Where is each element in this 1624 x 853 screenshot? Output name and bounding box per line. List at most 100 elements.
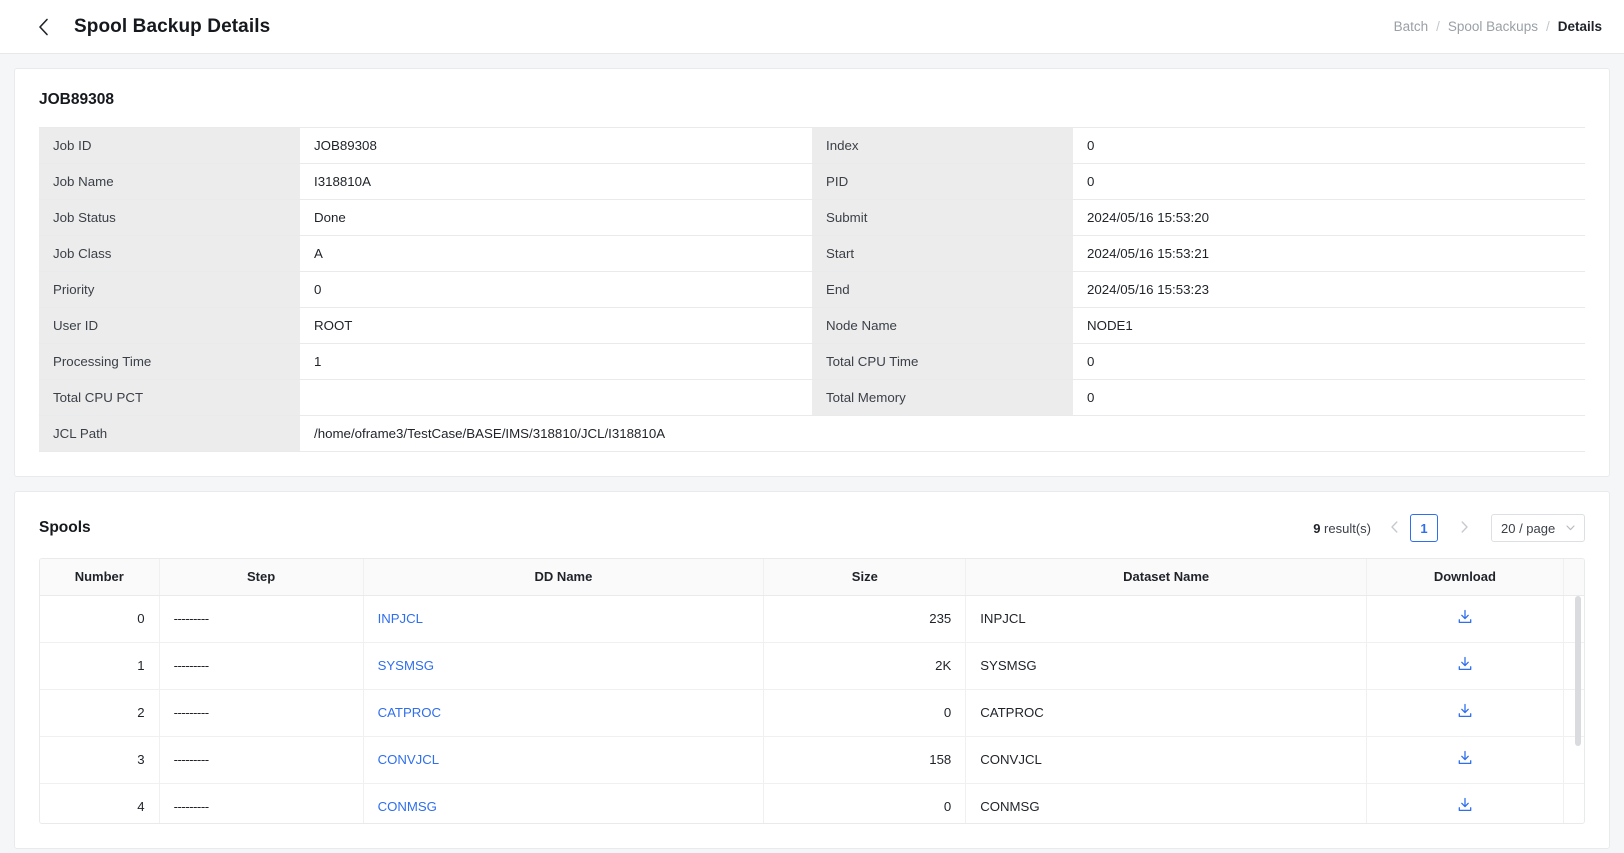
detail-label-job-name: Job Name <box>39 164 300 200</box>
table-row: JCL Path /home/oframe3/TestCase/BASE/IMS… <box>39 416 1585 452</box>
dd-name-link[interactable]: CONMSG <box>378 799 437 814</box>
dd-name-link[interactable]: CATPROC <box>378 705 442 720</box>
cell-size: 2K <box>764 642 966 689</box>
table-header-row: Number Step DD Name Size Dataset Name Do… <box>40 559 1584 595</box>
detail-value-index: 0 <box>1073 128 1585 164</box>
detail-value-node-name: NODE1 <box>1073 308 1585 344</box>
download-icon[interactable] <box>1457 656 1473 672</box>
next-page-button[interactable] <box>1451 515 1477 541</box>
cell-dd-name: INPJCL <box>363 595 764 642</box>
cell-dd-name: CONMSG <box>363 783 764 824</box>
table-row: Priority 0 End 2024/05/16 15:53:23 <box>39 272 1585 308</box>
dd-name-link[interactable]: CONVJCL <box>378 752 440 767</box>
detail-label-job-class: Job Class <box>39 236 300 272</box>
detail-label-end: End <box>812 272 1073 308</box>
cell-number: 4 <box>40 783 159 824</box>
column-header-dd-name[interactable]: DD Name <box>363 559 764 595</box>
column-header-size[interactable]: Size <box>764 559 966 595</box>
detail-label-total-memory: Total Memory <box>812 380 1073 416</box>
page-title: Spool Backup Details <box>74 16 270 38</box>
detail-label-job-status: Job Status <box>39 200 300 236</box>
cell-dataset-name: SYSMSG <box>966 642 1367 689</box>
cell-step: --------- <box>159 595 363 642</box>
cell-number: 2 <box>40 689 159 736</box>
cell-dd-name: CONVJCL <box>363 736 764 783</box>
cell-download <box>1367 595 1564 642</box>
table-row: 0 --------- INPJCL 235 INPJCL <box>40 595 1584 642</box>
download-icon[interactable] <box>1457 703 1473 719</box>
column-header-number[interactable]: Number <box>40 559 159 595</box>
chevron-left-icon <box>1391 521 1398 536</box>
top-bar: Spool Backup Details Batch / Spool Backu… <box>0 0 1624 54</box>
column-header-step[interactable]: Step <box>159 559 363 595</box>
detail-value-user-id: ROOT <box>300 308 812 344</box>
detail-label-total-cpu-time: Total CPU Time <box>812 344 1073 380</box>
spools-title: Spools <box>39 519 91 537</box>
result-count-suffix: result(s) <box>1324 521 1371 536</box>
column-header-dataset-name[interactable]: Dataset Name <box>966 559 1367 595</box>
column-header-scroll-pad <box>1563 559 1584 595</box>
cell-size: 235 <box>764 595 966 642</box>
cell-step: --------- <box>159 689 363 736</box>
page-number-1[interactable]: 1 <box>1410 514 1438 542</box>
breadcrumb-item-batch[interactable]: Batch <box>1394 19 1429 34</box>
scrollbar-thumb[interactable] <box>1575 596 1581 746</box>
cell-dataset-name: CONMSG <box>966 783 1367 824</box>
table-row: Total CPU PCT Total Memory 0 <box>39 380 1585 416</box>
detail-label-node-name: Node Name <box>812 308 1073 344</box>
page-size-label: 20 / page <box>1501 521 1555 536</box>
download-icon[interactable] <box>1457 609 1473 625</box>
table-row: Processing Time 1 Total CPU Time 0 <box>39 344 1585 380</box>
detail-value-priority: 0 <box>300 272 812 308</box>
detail-value-end: 2024/05/16 15:53:23 <box>1073 272 1585 308</box>
breadcrumb-item-spool-backups[interactable]: Spool Backups <box>1448 19 1538 34</box>
table-row: Job Name I318810A PID 0 <box>39 164 1585 200</box>
table-row: 2 --------- CATPROC 0 CATPROC <box>40 689 1584 736</box>
breadcrumb-separator: / <box>1546 19 1550 34</box>
table-row: Job Status Done Submit 2024/05/16 15:53:… <box>39 200 1585 236</box>
detail-label-pid: PID <box>812 164 1073 200</box>
detail-label-total-cpu-pct: Total CPU PCT <box>39 380 300 416</box>
detail-value-job-status: Done <box>300 200 812 236</box>
download-icon[interactable] <box>1457 750 1473 766</box>
detail-label-jcl-path: JCL Path <box>39 416 300 452</box>
spools-table: Number Step DD Name Size Dataset Name Do… <box>40 559 1584 824</box>
detail-label-submit: Submit <box>812 200 1073 236</box>
detail-value-job-class: A <box>300 236 812 272</box>
page-size-select[interactable]: 20 / page <box>1491 514 1585 542</box>
detail-label-start: Start <box>812 236 1073 272</box>
detail-label-job-id: Job ID <box>39 128 300 164</box>
detail-value-jcl-path: /home/oframe3/TestCase/BASE/IMS/318810/J… <box>300 416 1585 452</box>
cell-number: 1 <box>40 642 159 689</box>
detail-value-total-cpu-time: 0 <box>1073 344 1585 380</box>
result-count: 9 result(s) <box>1313 521 1371 536</box>
table-row: Job Class A Start 2024/05/16 15:53:21 <box>39 236 1585 272</box>
download-icon[interactable] <box>1457 797 1473 813</box>
cell-dataset-name: INPJCL <box>966 595 1367 642</box>
chevron-right-icon <box>1461 521 1468 536</box>
cell-number: 0 <box>40 595 159 642</box>
detail-value-job-id: JOB89308 <box>300 128 812 164</box>
back-button[interactable] <box>30 14 56 40</box>
detail-value-submit: 2024/05/16 15:53:20 <box>1073 200 1585 236</box>
cell-size: 0 <box>764 689 966 736</box>
cell-size: 0 <box>764 783 966 824</box>
spools-header: Spools 9 result(s) 1 <box>39 514 1585 542</box>
prev-page-button[interactable] <box>1381 515 1407 541</box>
table-row: Job ID JOB89308 Index 0 <box>39 128 1585 164</box>
cell-step: --------- <box>159 642 363 689</box>
column-header-download[interactable]: Download <box>1367 559 1564 595</box>
dd-name-link[interactable]: INPJCL <box>378 611 423 626</box>
cell-number: 3 <box>40 736 159 783</box>
breadcrumb-item-details: Details <box>1558 19 1602 34</box>
detail-label-priority: Priority <box>39 272 300 308</box>
cell-download <box>1367 783 1564 824</box>
breadcrumb-separator: / <box>1436 19 1440 34</box>
page-content: JOB89308 Job ID JOB89308 Index 0 Job Nam… <box>0 54 1624 849</box>
dd-name-link[interactable]: SYSMSG <box>378 658 434 673</box>
table-row: User ID ROOT Node Name NODE1 <box>39 308 1585 344</box>
table-row: 1 --------- SYSMSG 2K SYSMSG <box>40 642 1584 689</box>
vertical-scrollbar[interactable] <box>1574 596 1582 823</box>
cell-download <box>1367 642 1564 689</box>
cell-step: --------- <box>159 736 363 783</box>
